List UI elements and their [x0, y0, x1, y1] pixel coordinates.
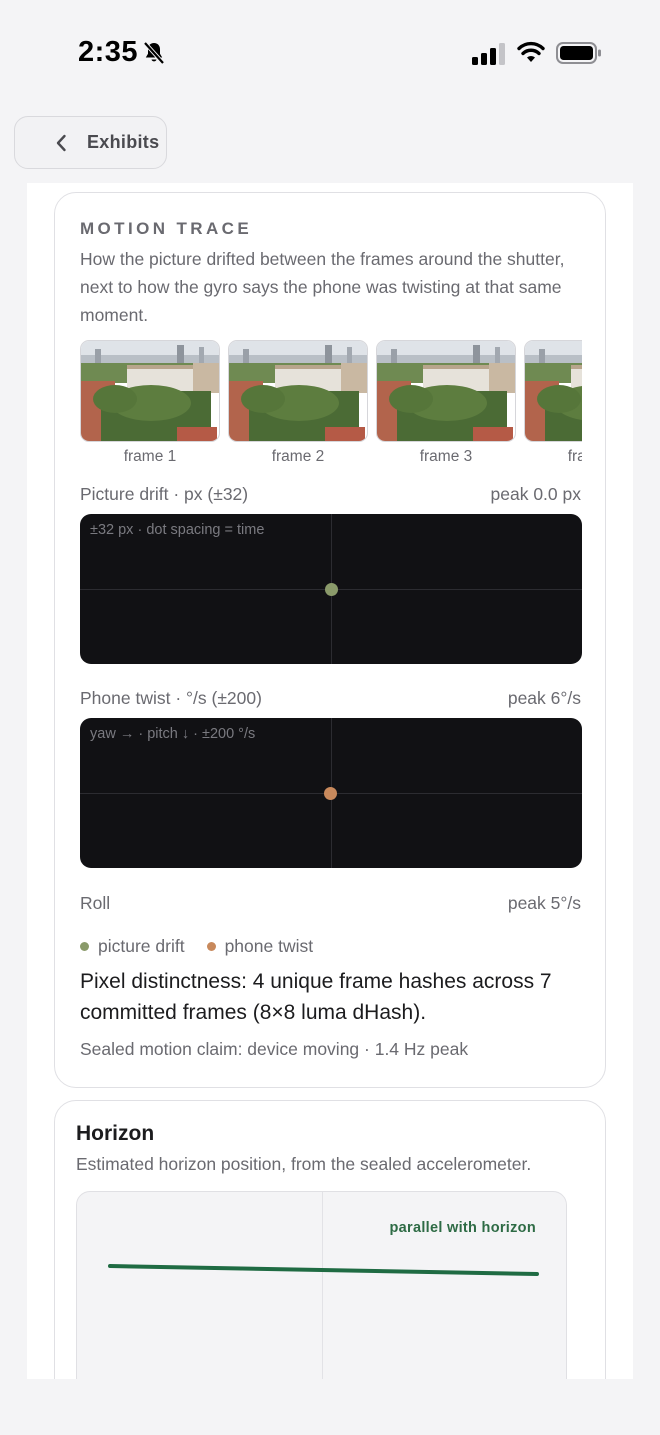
frame-caption: frame 2	[271, 448, 325, 465]
legend-item-drift: picture drift	[80, 936, 185, 957]
phone-twist-dot	[324, 787, 337, 800]
roll-peak: peak 5°/s	[507, 893, 581, 913]
frame-thumbnail[interactable]: frame 3	[376, 340, 516, 466]
horizon-line	[108, 1264, 539, 1276]
legend-swatch-green	[80, 942, 89, 951]
frame-caption: frame 1	[123, 448, 177, 465]
bell-slash-icon	[143, 41, 165, 65]
horizon-visualization: parallel with horizon	[76, 1191, 567, 1379]
picture-drift-dot	[325, 583, 338, 596]
legend-swatch-orange	[206, 942, 216, 951]
frame-thumbnail[interactable]: frame 1	[80, 340, 220, 466]
plot-note: yaw → · pitch ↓ · ±200 °/s	[90, 726, 256, 742]
legend-item-twist: phone twist	[206, 936, 314, 957]
cellular-signal-icon	[472, 43, 505, 65]
battery-icon	[556, 42, 601, 64]
picture-drift-plot: ±32 px · dot spacing = time	[80, 514, 582, 664]
exhibit-sheet[interactable]: MOTION TRACE How the picture drifted bet…	[27, 183, 633, 1379]
pixel-distinctness-text: Pixel distinctness: 4 unique frame hashe…	[80, 970, 552, 1024]
legend-label: phone twist	[224, 936, 314, 956]
motion-trace-card: MOTION TRACE How the picture drifted bet…	[54, 192, 606, 1088]
status-bar: 2:35	[0, 0, 660, 100]
plot-note: ±32 px · dot spacing = time	[90, 522, 265, 538]
roll-label: Roll	[80, 893, 111, 913]
wifi-icon	[517, 41, 545, 62]
horizon-card: Horizon Estimated horizon position, from…	[54, 1100, 606, 1379]
city-rooftops-photo	[376, 340, 516, 442]
status-time: 2:35	[78, 36, 139, 68]
frame-caption: frame 4	[567, 448, 582, 465]
city-rooftops-photo	[80, 340, 220, 442]
horizon-title: Horizon	[76, 1122, 155, 1145]
horizon-description: Estimated horizon position, from the sea…	[76, 1154, 532, 1174]
back-button-label: Exhibits	[87, 132, 160, 152]
frame-thumbnail[interactable]: frame 2	[228, 340, 368, 466]
phone-twist-plot: yaw → · pitch ↓ · ±200 °/s	[80, 718, 582, 868]
chevron-left-icon	[56, 134, 66, 151]
picture-drift-peak: peak 0.0 px	[490, 484, 581, 504]
sealed-motion-claim: Sealed motion claim: device moving · 1.4…	[80, 1039, 469, 1059]
back-button[interactable]: Exhibits	[14, 116, 167, 169]
frame-caption: frame 3	[419, 448, 473, 465]
horizon-line-graphic	[108, 1264, 539, 1276]
motion-trace-description: How the picture drifted between the fram…	[80, 249, 565, 325]
picture-drift-label: Picture drift · px (±32)	[80, 484, 249, 504]
legend-label: picture drift	[98, 936, 185, 956]
frame-thumbnail[interactable]: frame 4	[524, 340, 582, 466]
section-label: MOTION TRACE	[80, 219, 253, 238]
city-rooftops-photo	[524, 340, 582, 442]
phone-twist-label: Phone twist · °/s (±200)	[80, 688, 262, 708]
frame-strip[interactable]: frame 1 frame 2 frame 3 fra	[80, 340, 582, 472]
phone-twist-peak: peak 6°/s	[507, 688, 581, 708]
city-rooftops-photo	[228, 340, 368, 442]
legend: picture drift phone twist	[80, 936, 335, 957]
